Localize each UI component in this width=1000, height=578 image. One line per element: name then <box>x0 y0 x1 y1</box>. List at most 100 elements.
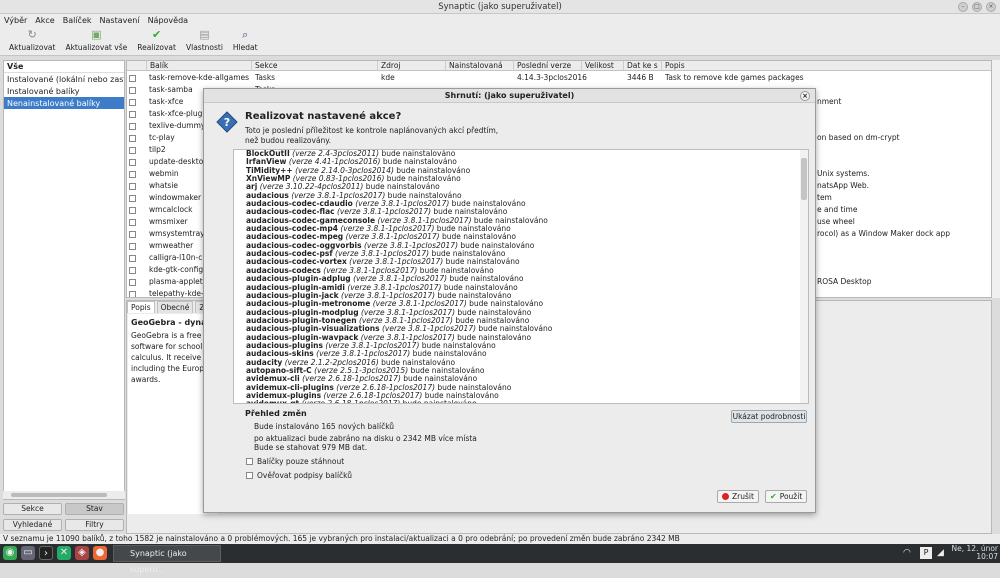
tab-description[interactable]: Popis <box>127 301 155 313</box>
apply-button[interactable]: ✔ Použít <box>765 490 808 503</box>
terminal-icon[interactable]: › <box>39 546 53 560</box>
col-status[interactable] <box>127 61 147 71</box>
properties-icon: ▤ <box>199 28 210 41</box>
sections-button[interactable]: Sekce <box>3 503 62 515</box>
package-name: task-xfce <box>149 97 184 106</box>
package-checkbox[interactable] <box>129 195 136 202</box>
package-name: task-xfce-plugi <box>149 109 205 118</box>
package-name: task-remove-kde-allgames <box>149 73 250 82</box>
package-checkbox[interactable] <box>129 243 136 250</box>
change-package-version: (verze 2.6.18-1pclos2017) <box>301 399 401 404</box>
package-checkbox[interactable] <box>129 99 136 106</box>
col-installed[interactable]: Nainstalovaná <box>446 61 514 71</box>
package-name: plasma-applet <box>149 277 203 286</box>
verify-signatures-checkbox[interactable]: Ověřovat podpisy balíčků <box>246 471 352 480</box>
package-checkbox[interactable] <box>129 183 136 190</box>
package-checkbox[interactable] <box>129 111 136 118</box>
start-menu-icon[interactable]: ◉ <box>3 546 17 560</box>
wifi-icon[interactable]: ◠ <box>903 548 911 558</box>
maximize-icon[interactable]: □ <box>972 2 982 12</box>
svg-text:?: ? <box>224 116 230 129</box>
clock[interactable]: Ne, 12. únor 10:07 <box>952 545 998 561</box>
filters-button[interactable]: Filtry <box>65 519 124 531</box>
download-only-checkbox[interactable]: Balíčky pouze stáhnout <box>246 457 344 466</box>
window-titlebar: Synaptic (jako superuživatel) – □ × <box>0 0 1000 14</box>
taskbar-synaptic[interactable]: Synaptic (jako superu... <box>113 545 221 574</box>
package-description: Unix systems. <box>817 169 870 178</box>
dialog-heading: Realizovat nastavené akce? <box>245 111 402 122</box>
package-description: natsApp Web. <box>817 181 869 190</box>
menu-vyber[interactable]: Výběr <box>4 14 27 27</box>
package-size: 3446 B <box>627 73 654 82</box>
package-checkbox[interactable] <box>129 135 136 142</box>
col-download[interactable]: Dat ke s <box>624 61 662 71</box>
package-description: Task to remove kde games packages <box>665 73 804 82</box>
package-checkbox[interactable] <box>129 147 136 154</box>
changes-list: BlockOutII (verze 2.4-3pclos2011) bude n… <box>233 149 809 404</box>
filter-sidebar: Vše Instalované (lokální nebo zastar Ins… <box>3 60 125 500</box>
filter-not-installed[interactable]: Nenainstalované balíky <box>4 97 124 109</box>
settings-icon[interactable]: ✕ <box>57 546 71 560</box>
filter-all[interactable]: Vše <box>4 61 124 73</box>
package-checkbox[interactable] <box>129 207 136 214</box>
file-manager-icon[interactable]: ▭ <box>21 546 35 560</box>
package-checkbox[interactable] <box>129 171 136 178</box>
col-latest[interactable]: Poslední verze <box>514 61 582 71</box>
status-button[interactable]: Stav <box>65 503 124 515</box>
col-description[interactable]: Popis <box>662 61 991 71</box>
firefox-icon[interactable]: ● <box>93 546 107 560</box>
col-size[interactable]: Velikost <box>582 61 624 71</box>
package-checkbox[interactable] <box>129 219 136 226</box>
package-checkbox[interactable] <box>129 159 136 166</box>
menu-akce[interactable]: Akce <box>35 14 54 27</box>
package-checkbox[interactable] <box>129 267 136 274</box>
summary-dialog: Shrnutí: (jako superuživatel) × ? Realiz… <box>203 88 816 513</box>
properties-button[interactable]: ▤ Vlastnosti <box>181 27 228 55</box>
package-description: on based on dm-crypt <box>817 133 900 142</box>
menu-balicek[interactable]: Balíček <box>63 14 92 27</box>
menu-nastaveni[interactable]: Nastavení <box>100 14 140 27</box>
menu-napoveda[interactable]: Nápověda <box>148 14 189 27</box>
package-name: wmsystemtray <box>149 229 205 238</box>
package-checkbox[interactable] <box>129 279 136 286</box>
window-title: Synaptic (jako superuživatel) <box>438 2 562 12</box>
apply-button[interactable]: ✔ Realizovat <box>132 27 181 55</box>
show-details-button[interactable]: Ukázat podrobnosti <box>731 410 807 423</box>
package-section: Tasks <box>255 73 276 82</box>
close-icon[interactable]: × <box>800 91 810 101</box>
reload-button[interactable]: ↻ Aktualizovat <box>4 27 60 55</box>
package-checkbox[interactable] <box>129 291 136 297</box>
close-icon[interactable]: × <box>986 2 996 12</box>
summary-install-count: Bude instalováno 165 nových balíčků <box>254 422 395 431</box>
package-checkbox[interactable] <box>129 123 136 130</box>
package-checkbox[interactable] <box>129 87 136 94</box>
volume-icon[interactable]: ◢ <box>937 548 944 558</box>
table-scrollbar[interactable] <box>992 60 1000 298</box>
upgrade-all-button[interactable]: ▣ Aktualizovat vše <box>60 27 132 55</box>
col-package[interactable]: Balík <box>147 61 252 71</box>
cancel-button[interactable]: Zrušit <box>717 490 759 503</box>
package-checkbox[interactable] <box>129 75 136 82</box>
package-name: calligra-l10n-c <box>149 253 203 262</box>
sidebar-scrollbar[interactable] <box>3 491 125 499</box>
package-manager-icon[interactable]: ◈ <box>75 546 89 560</box>
col-source[interactable]: Zdroj <box>378 61 446 71</box>
search-results-button[interactable]: Vyhledané <box>3 519 62 531</box>
package-description: e and time <box>817 205 858 214</box>
search-button[interactable]: ⌕ Hledat <box>228 27 263 55</box>
checkmark-icon: ✔ <box>151 28 162 41</box>
minimize-icon[interactable]: – <box>958 2 968 12</box>
summary-download-size: Bude se stahovat 979 MB dat. <box>254 443 368 452</box>
package-checkbox[interactable] <box>129 255 136 262</box>
change-action: bude nainstalováno <box>402 399 477 404</box>
upgrade-icon: ▣ <box>91 28 102 41</box>
tab-general[interactable]: Obecné <box>156 301 194 313</box>
filter-installed-local[interactable]: Instalované (lokální nebo zastar <box>4 73 124 85</box>
package-checkbox[interactable] <box>129 231 136 238</box>
table-row[interactable]: task-remove-kde-allgames Tasks kde 4.14.3-3… <box>127 72 991 84</box>
package-updates-icon[interactable]: P <box>920 547 932 559</box>
toolbar: ↻ Aktualizovat ▣ Aktualizovat vše ✔ Realizo… <box>0 27 1000 56</box>
changes-scrollbar[interactable] <box>800 150 808 403</box>
col-section[interactable]: Sekce <box>252 61 378 71</box>
filter-installed[interactable]: Instalované balíky <box>4 85 124 97</box>
